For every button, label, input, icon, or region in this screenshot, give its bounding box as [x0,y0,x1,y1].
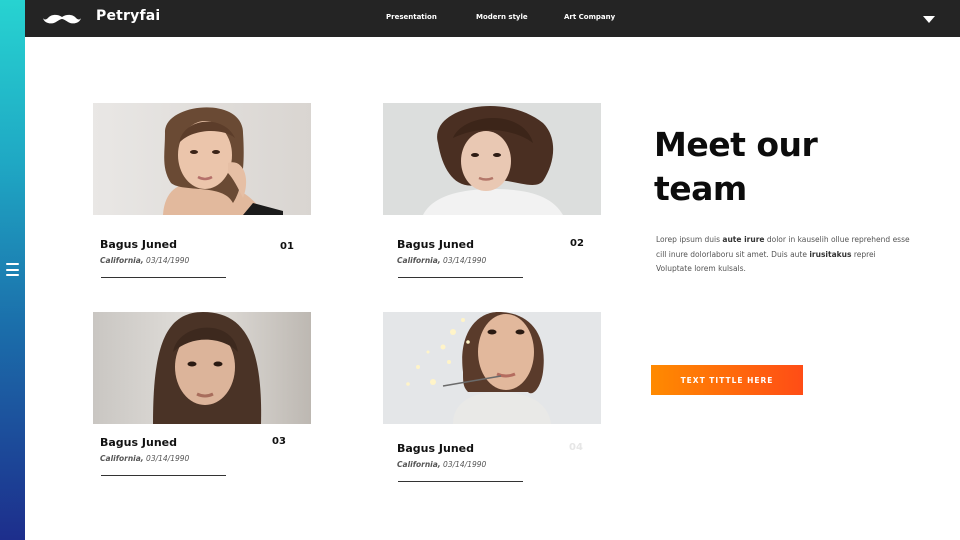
paragraph-text: Lorep ipsum duis [656,235,723,244]
card-divider [101,277,226,278]
paragraph-bold-text: irusitakus [809,249,852,259]
team-member-photo [383,312,601,424]
team-member-number: 03 [272,436,286,447]
hamburger-menu-icon[interactable] [6,263,19,276]
team-member-location: California, [397,460,441,469]
top-navigation-bar: Petryfai Presentation Modern style Art C… [25,0,960,37]
page-title-line: team [654,169,747,208]
team-member-location: California, [100,256,144,265]
team-member-location: California, [100,454,144,463]
team-member-name: Bagus Juned [100,238,177,251]
team-member-meta: California, 03/14/1990 [100,454,189,463]
paragraph-bold-text: aute irure [722,235,765,244]
nav-item-presentation[interactable]: Presentation [386,13,437,21]
card-divider [398,481,523,482]
team-member-number: 02 [570,238,584,249]
team-member-date: 03/14/1990 [146,256,190,265]
page-title-line: Meet our [654,125,818,164]
team-member-location: California, [397,256,441,265]
card-divider [101,475,226,476]
team-member-meta: California, 03/14/1990 [397,460,486,469]
team-member-name: Bagus Juned [397,442,474,455]
nav-item-modern-style[interactable]: Modern style [476,13,528,21]
brand-name[interactable]: Petryfai [96,8,160,24]
team-member-name: Bagus Juned [397,238,474,251]
card-divider [398,277,523,278]
team-member-photo [383,103,601,215]
nav-item-art-company[interactable]: Art Company [564,13,615,21]
caret-down-icon[interactable] [922,14,936,24]
team-member-number: 04 [569,442,583,453]
sidebar-rail [0,0,25,540]
team-member-photo [93,312,311,424]
team-member-date: 03/14/1990 [443,460,487,469]
mustache-icon[interactable] [43,12,81,26]
team-member-meta: California, 03/14/1990 [100,256,189,265]
team-member-number: 01 [280,241,294,252]
cta-button[interactable]: TEXT TITTLE HERE [651,365,803,395]
page-title: Meet our team [654,123,894,211]
team-member-date: 03/14/1990 [146,454,190,463]
team-member-photo [93,103,311,215]
team-member-meta: California, 03/14/1990 [397,256,486,265]
intro-paragraph: Lorep ipsum duis aute irure dolor in kau… [656,233,910,277]
team-member-name: Bagus Juned [100,436,177,449]
team-member-date: 03/14/1990 [443,256,487,265]
